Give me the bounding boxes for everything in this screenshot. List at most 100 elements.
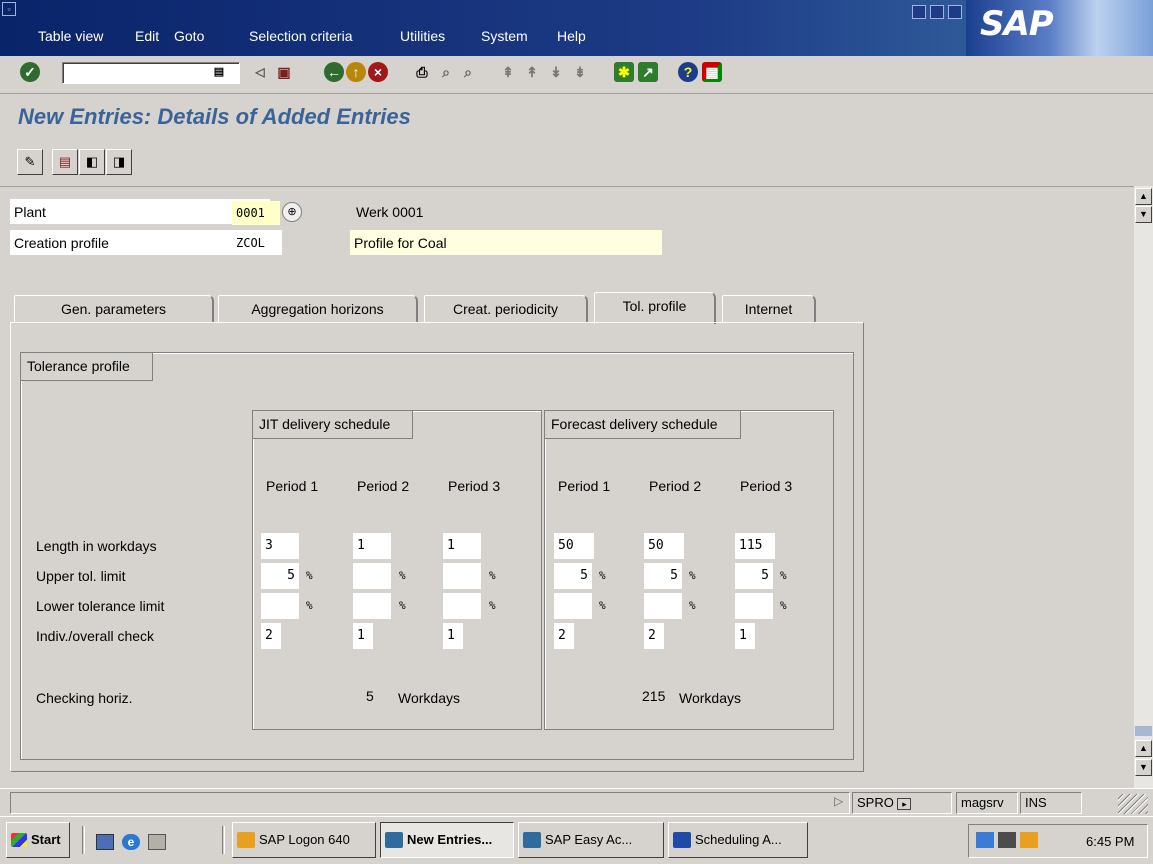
forecast-length-period-2[interactable]: 50 [644,533,684,559]
jit-lower-pct-3: % [489,599,496,612]
forecast-lower-period-1[interactable] [554,593,592,619]
menu-help[interactable]: Help [557,28,586,44]
back-nav-icon[interactable]: ◁ [250,62,270,82]
back-icon[interactable]: ← [324,62,344,82]
forecast-lower-period-3[interactable] [735,593,773,619]
create-session-icon[interactable]: ✱ [614,62,634,82]
first-page-icon[interactable]: ⇞ [498,62,518,82]
scroll-page-down-icon[interactable]: ▼ [1135,759,1152,776]
last-page-icon[interactable]: ⇟ [570,62,590,82]
lower-tol-label: Lower tolerance limit [36,598,165,614]
forecast-check-period-3[interactable]: 1 [735,623,755,649]
taskbar-divider-2 [222,826,225,854]
length-label: Length in workdays [36,538,157,554]
menu-goto[interactable]: Goto [174,28,204,44]
plant-lookup-icon[interactable]: ⊕ [282,202,302,222]
previous-page-icon[interactable]: ↟ [522,62,542,82]
tab-tol-profile[interactable]: Tol. profile [594,292,716,324]
sap-logon-icon [237,832,255,848]
scroll-thumb[interactable] [1135,726,1152,736]
jit-check-period-1[interactable]: 2 [261,623,281,649]
menu-selection-criteria[interactable]: Selection criteria [249,28,353,44]
system-menu-icon[interactable]: ▫ [2,2,16,16]
start-button[interactable]: Start [6,822,70,858]
menu-system[interactable]: System [481,28,528,44]
forecast-period-2-header: Period 2 [649,478,702,494]
vertical-scrollbar[interactable]: ▲ ▼ ▲ ▼ [1134,186,1153,788]
forecast-upper-period-3[interactable]: 5 [735,563,773,589]
jit-lower-pct-1: % [306,599,313,612]
forecast-check-period-2[interactable]: 2 [644,623,664,649]
taskbar-scheduling[interactable]: Scheduling A... [668,822,808,858]
taskbar-sap-easy-access[interactable]: SAP Easy Ac... [518,822,664,858]
shortcut-icon[interactable]: ↗ [638,62,658,82]
history-icon[interactable]: ▤ [212,64,226,80]
menu-edit[interactable]: Edit [135,28,159,44]
scroll-up-icon[interactable]: ▲ [1135,188,1152,205]
maximize-icon[interactable] [930,5,944,19]
find-icon[interactable]: ⌕ [436,62,456,82]
jit-upper-pct-2: % [399,569,406,582]
previous-entry-icon[interactable]: ◧ [79,149,105,175]
forecast-length-period-1[interactable]: 50 [554,533,594,559]
jit-upper-period-3[interactable] [443,563,481,589]
network-icon[interactable] [148,834,166,850]
tab-internet[interactable]: Internet [722,295,816,323]
status-message-field [10,792,850,814]
scroll-down-icon[interactable]: ▼ [1135,206,1152,223]
plant-field[interactable]: 0001 [232,201,280,225]
exit-icon[interactable]: ↑ [346,62,366,82]
jit-lower-period-2[interactable] [353,593,391,619]
jit-length-period-2[interactable]: 1 [353,533,391,559]
internet-explorer-icon[interactable]: e [122,834,140,850]
help-icon[interactable]: ? [678,62,698,82]
next-entry-icon[interactable]: ◨ [106,149,132,175]
checking-horizon-label: Checking horiz. [36,690,133,706]
forecast-upper-period-1[interactable]: 5 [554,563,592,589]
menu-table-view[interactable]: Table view [38,28,103,44]
resize-grip-icon[interactable] [1118,794,1148,814]
next-page-icon[interactable]: ↡ [546,62,566,82]
taskbar-sap-logon[interactable]: SAP Logon 640 [232,822,376,858]
cancel-icon[interactable]: × [368,62,388,82]
forecast-length-period-3[interactable]: 115 [735,533,775,559]
jit-lower-period-1[interactable] [261,593,299,619]
tolerance-profile-title: Tolerance profile [21,353,153,381]
tab-gen-parameters[interactable]: Gen. parameters [14,295,214,323]
close-icon[interactable] [948,5,962,19]
show-desktop-icon[interactable] [96,834,114,850]
tab-aggregation-horizons[interactable]: Aggregation horizons [218,295,418,323]
jit-length-period-3[interactable]: 1 [443,533,481,559]
creation-profile-field[interactable]: ZCOL [232,231,282,255]
scroll-page-up-icon[interactable]: ▲ [1135,740,1152,757]
print-icon[interactable]: ⎙ [412,62,432,82]
layout-icon[interactable]: ▦ [702,62,722,82]
jit-check-period-2[interactable]: 1 [353,623,373,649]
menu-utilities[interactable]: Utilities [400,28,445,44]
minimize-icon[interactable] [912,5,926,19]
enter-icon[interactable]: ✓ [20,62,40,82]
delete-entry-icon[interactable]: ▤ [52,149,78,175]
display-change-icon[interactable]: ✎ [17,149,43,175]
save-icon[interactable]: ▣ [274,62,294,82]
window-title-bar: ▫ Table view Edit Goto Selection criteri… [0,0,1153,56]
jit-check-period-3[interactable]: 1 [443,623,463,649]
jit-upper-pct-3: % [489,569,496,582]
tray-icon-2[interactable] [998,832,1016,848]
forecast-lower-period-2[interactable] [644,593,682,619]
tray-sap-icon[interactable] [1020,832,1038,848]
forecast-check-period-1[interactable]: 2 [554,623,574,649]
tab-creat-periodicity[interactable]: Creat. periodicity [424,295,588,323]
tray-icon-1[interactable] [976,832,994,848]
sap-logo: SAP [966,0,1153,56]
jit-lower-period-3[interactable] [443,593,481,619]
jit-length-period-1[interactable]: 3 [261,533,299,559]
taskbar-new-entries[interactable]: New Entries... [380,822,514,858]
jit-upper-period-2[interactable] [353,563,391,589]
jit-period-1-header: Period 1 [266,478,319,494]
forecast-upper-period-2[interactable]: 5 [644,563,682,589]
session-info-icon[interactable]: ▸ [897,797,912,810]
status-expand-icon[interactable]: ▷ [834,794,843,808]
find-next-icon[interactable]: ⌕ [458,62,478,82]
jit-upper-period-1[interactable]: 5 [261,563,299,589]
